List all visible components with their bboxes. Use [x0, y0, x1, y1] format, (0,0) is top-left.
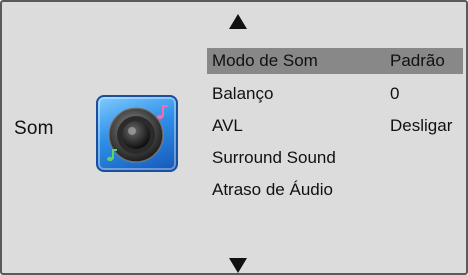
speaker-icon — [96, 95, 178, 172]
menu-item-value: Padrão — [390, 51, 445, 70]
menu-item-value: Desligar — [390, 116, 453, 135]
menu-item-label: Atraso de Áudio — [212, 180, 333, 199]
menu-item-label: Modo de Som — [212, 51, 318, 70]
triangle-down-icon[interactable] — [229, 258, 247, 273]
menu-item-avl[interactable]: AVL Desligar — [207, 110, 463, 142]
menu-item-surround-sound[interactable]: Surround Sound — [207, 142, 463, 174]
menu-item-sound-mode[interactable]: Modo de Som Padrão — [207, 48, 463, 74]
menu-item-audio-delay[interactable]: Atraso de Áudio — [207, 174, 463, 206]
category-label: Som — [14, 118, 54, 139]
menu-item-label: Balanço — [212, 84, 274, 103]
menu-item-value: 0 — [390, 84, 400, 103]
menu-item-balance[interactable]: Balanço 0 — [207, 78, 463, 110]
sound-settings-menu: Modo de Som Padrão Balanço 0 AVL Desliga… — [207, 46, 463, 206]
sound-menu-panel: Som Modo de Som Padrão Balanço 0 AVL Des… — [0, 0, 468, 275]
triangle-up-icon[interactable] — [229, 14, 247, 29]
menu-item-label: Surround Sound — [212, 148, 336, 167]
menu-item-label: AVL — [212, 116, 243, 135]
